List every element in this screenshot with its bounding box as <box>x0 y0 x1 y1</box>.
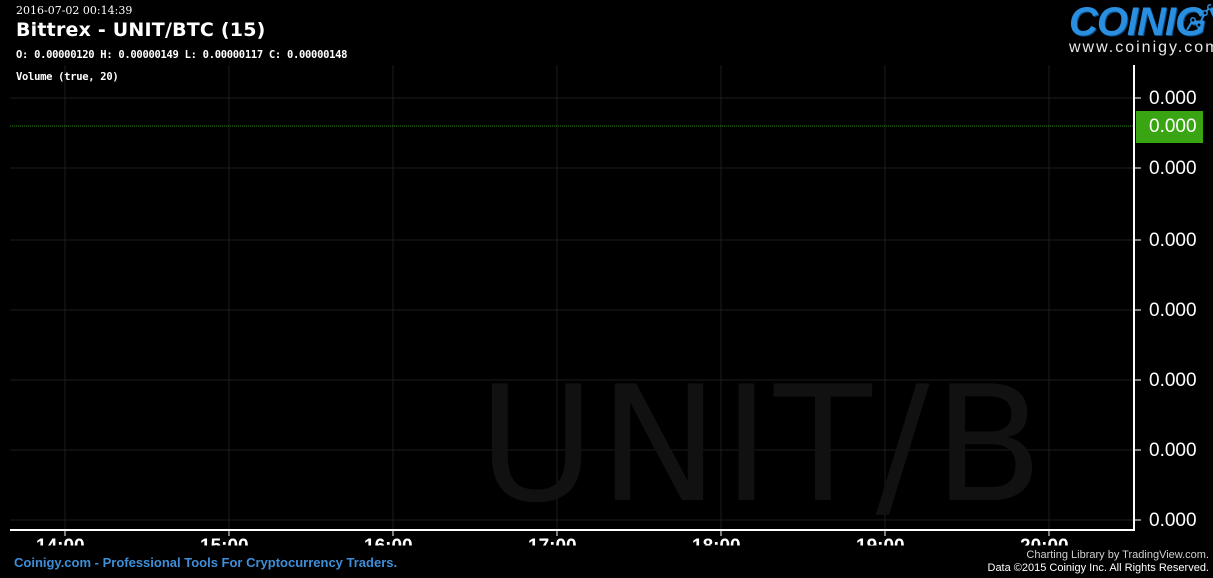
logo-url: www.coinigy.com <box>1069 39 1213 56</box>
price-tick-label: 0.000 <box>1149 370 1197 391</box>
copyright-notice: Data ©2015 Coinigy Inc. All Rights Reser… <box>987 562 1210 574</box>
price-tick-label: 0.000 <box>1149 440 1197 461</box>
symbol-watermark: UNIT/B <box>478 365 1133 533</box>
price-tick-label: 0.000 <box>1149 88 1197 109</box>
last-price-value: 0.000 <box>1149 116 1197 137</box>
price-tick-label: 0.000 <box>1149 300 1197 321</box>
chart-timestamp: 2016-07-02 00:14:39 <box>16 4 133 17</box>
chart-trend-icon <box>1186 4 1211 31</box>
volume-study-label[interactable]: Volume (true, 20) <box>16 71 119 83</box>
ohlc-legend: O: 0.00000120 H: 0.00000149 L: 0.0000011… <box>16 49 348 61</box>
price-tick-label: 0.000 <box>1149 510 1197 531</box>
last-price-tag: 0.000 <box>1136 111 1203 143</box>
chart-title: Bittrex - UNIT/BTC (15) <box>16 19 266 41</box>
tradingview-credit[interactable]: Charting Library by TradingView.com. <box>1026 549 1209 561</box>
price-axis-ticks <box>1134 97 1141 521</box>
price-tick-label: 0.000 <box>1149 158 1197 179</box>
price-tick-label: 0.000 <box>1149 230 1197 251</box>
coinigy-logo[interactable]: COINIGY www.coinigy.com <box>1033 0 1213 60</box>
footer-tagline-link[interactable]: Coinigy.com - Professional Tools For Cry… <box>14 555 397 570</box>
watermark-text: UNIT/B <box>478 365 1048 533</box>
